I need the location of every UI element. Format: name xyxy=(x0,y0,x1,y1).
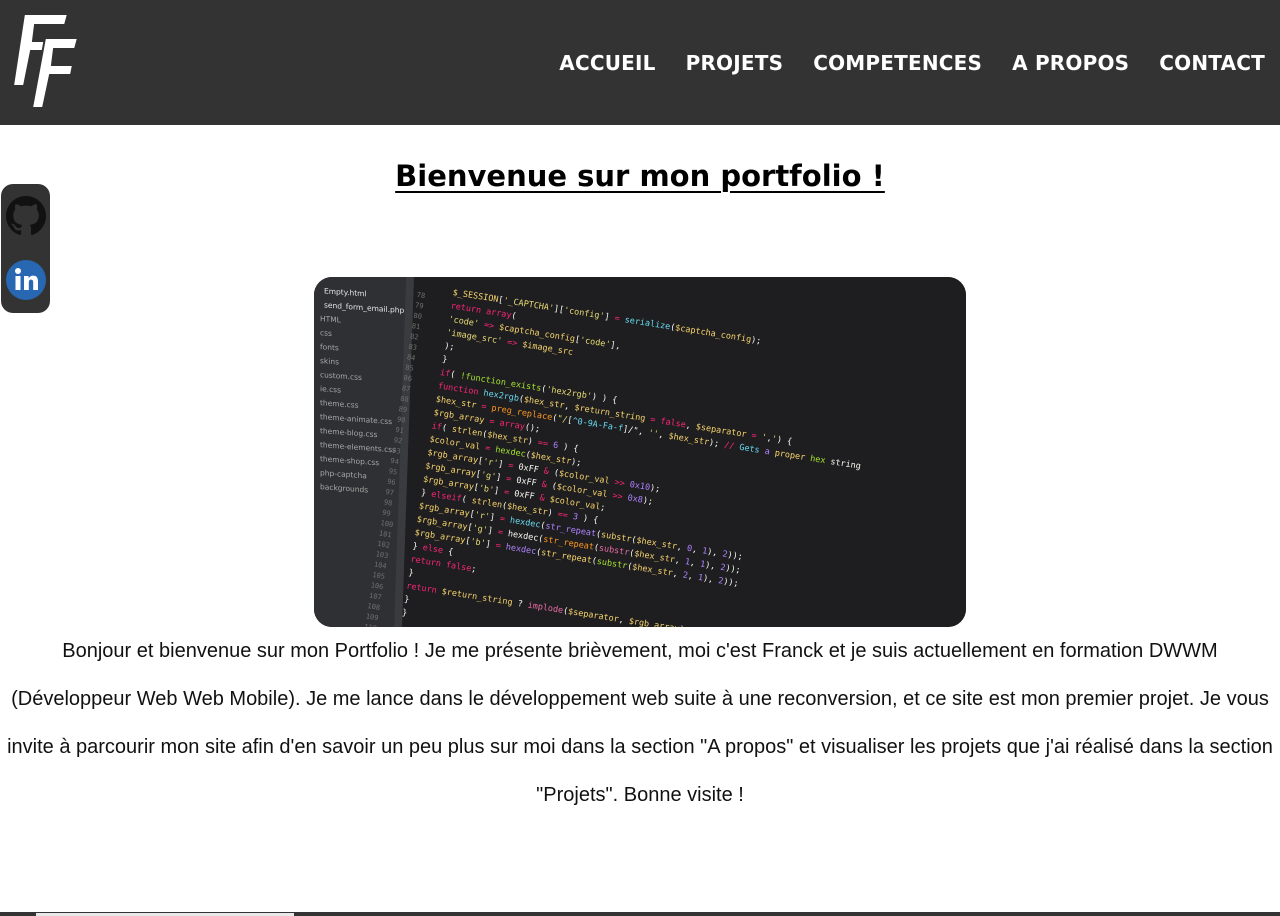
nav-accueil[interactable]: ACCUEIL xyxy=(559,47,655,79)
line-number: 85 xyxy=(405,364,415,373)
sidebar-file-label: fonts xyxy=(320,342,339,352)
line-number: 95 xyxy=(388,467,398,476)
line-number: 99 xyxy=(382,509,392,518)
sidebar-file-label: css xyxy=(320,328,332,338)
line-number: 96 xyxy=(387,478,397,487)
line-number: 86 xyxy=(403,374,413,383)
line-number: 87 xyxy=(401,384,411,393)
site-header: ACCUEIL PROJETS COMPETENCES A PROPOS CON… xyxy=(0,0,1280,125)
line-number: 80 xyxy=(413,312,423,321)
line-number: 98 xyxy=(383,498,393,507)
line-number: 88 xyxy=(400,395,410,404)
nav-projets[interactable]: PROJETS xyxy=(686,47,784,79)
social-sidebar xyxy=(1,184,50,313)
line-number: 84 xyxy=(406,353,416,362)
github-link[interactable] xyxy=(6,196,46,236)
logo-icon xyxy=(11,13,80,109)
horizontal-scrollbar[interactable] xyxy=(0,912,1280,916)
line-number: 93 xyxy=(391,447,401,456)
line-number: 79 xyxy=(414,301,424,310)
hero-code-image: Empty.html send_form_email.php HTML css font… xyxy=(314,277,966,627)
line-number: 92 xyxy=(393,436,403,445)
line-number: 89 xyxy=(398,405,408,414)
nav-competences[interactable]: COMPETENCES xyxy=(813,47,982,79)
sidebar-file-label: skins xyxy=(320,356,339,366)
code-screenshot-illustration: Empty.htmlsend_form_email.phpHTMLcssfont… xyxy=(314,277,966,627)
nav-contact[interactable]: CONTACT xyxy=(1159,47,1265,79)
page-title: Bienvenue sur mon portfolio ! xyxy=(0,155,1280,197)
line-number: 82 xyxy=(410,332,420,341)
line-number: 91 xyxy=(395,426,405,435)
line-number: 94 xyxy=(390,457,400,466)
page-title-text: Bienvenue sur mon portfolio ! xyxy=(395,159,885,193)
sidebar-file-label: ie.css xyxy=(320,384,341,394)
intro-paragraph: Bonjour et bienvenue sur mon Portfolio !… xyxy=(7,640,1273,806)
line-number: 90 xyxy=(396,415,406,424)
linkedin-icon xyxy=(6,260,46,300)
line-number: 78 xyxy=(416,291,426,300)
github-icon xyxy=(6,196,46,236)
line-number: 83 xyxy=(408,343,418,352)
main-nav: ACCUEIL PROJETS COMPETENCES A PROPOS CON… xyxy=(559,47,1265,79)
sidebar-file-label: HTML xyxy=(320,314,342,325)
logo[interactable] xyxy=(10,8,82,112)
line-number: 97 xyxy=(385,488,395,497)
linkedin-link[interactable] xyxy=(6,260,46,300)
line-number: 81 xyxy=(411,322,421,331)
nav-a-propos[interactable]: A PROPOS xyxy=(1012,47,1129,79)
code-line: ); xyxy=(444,341,456,352)
